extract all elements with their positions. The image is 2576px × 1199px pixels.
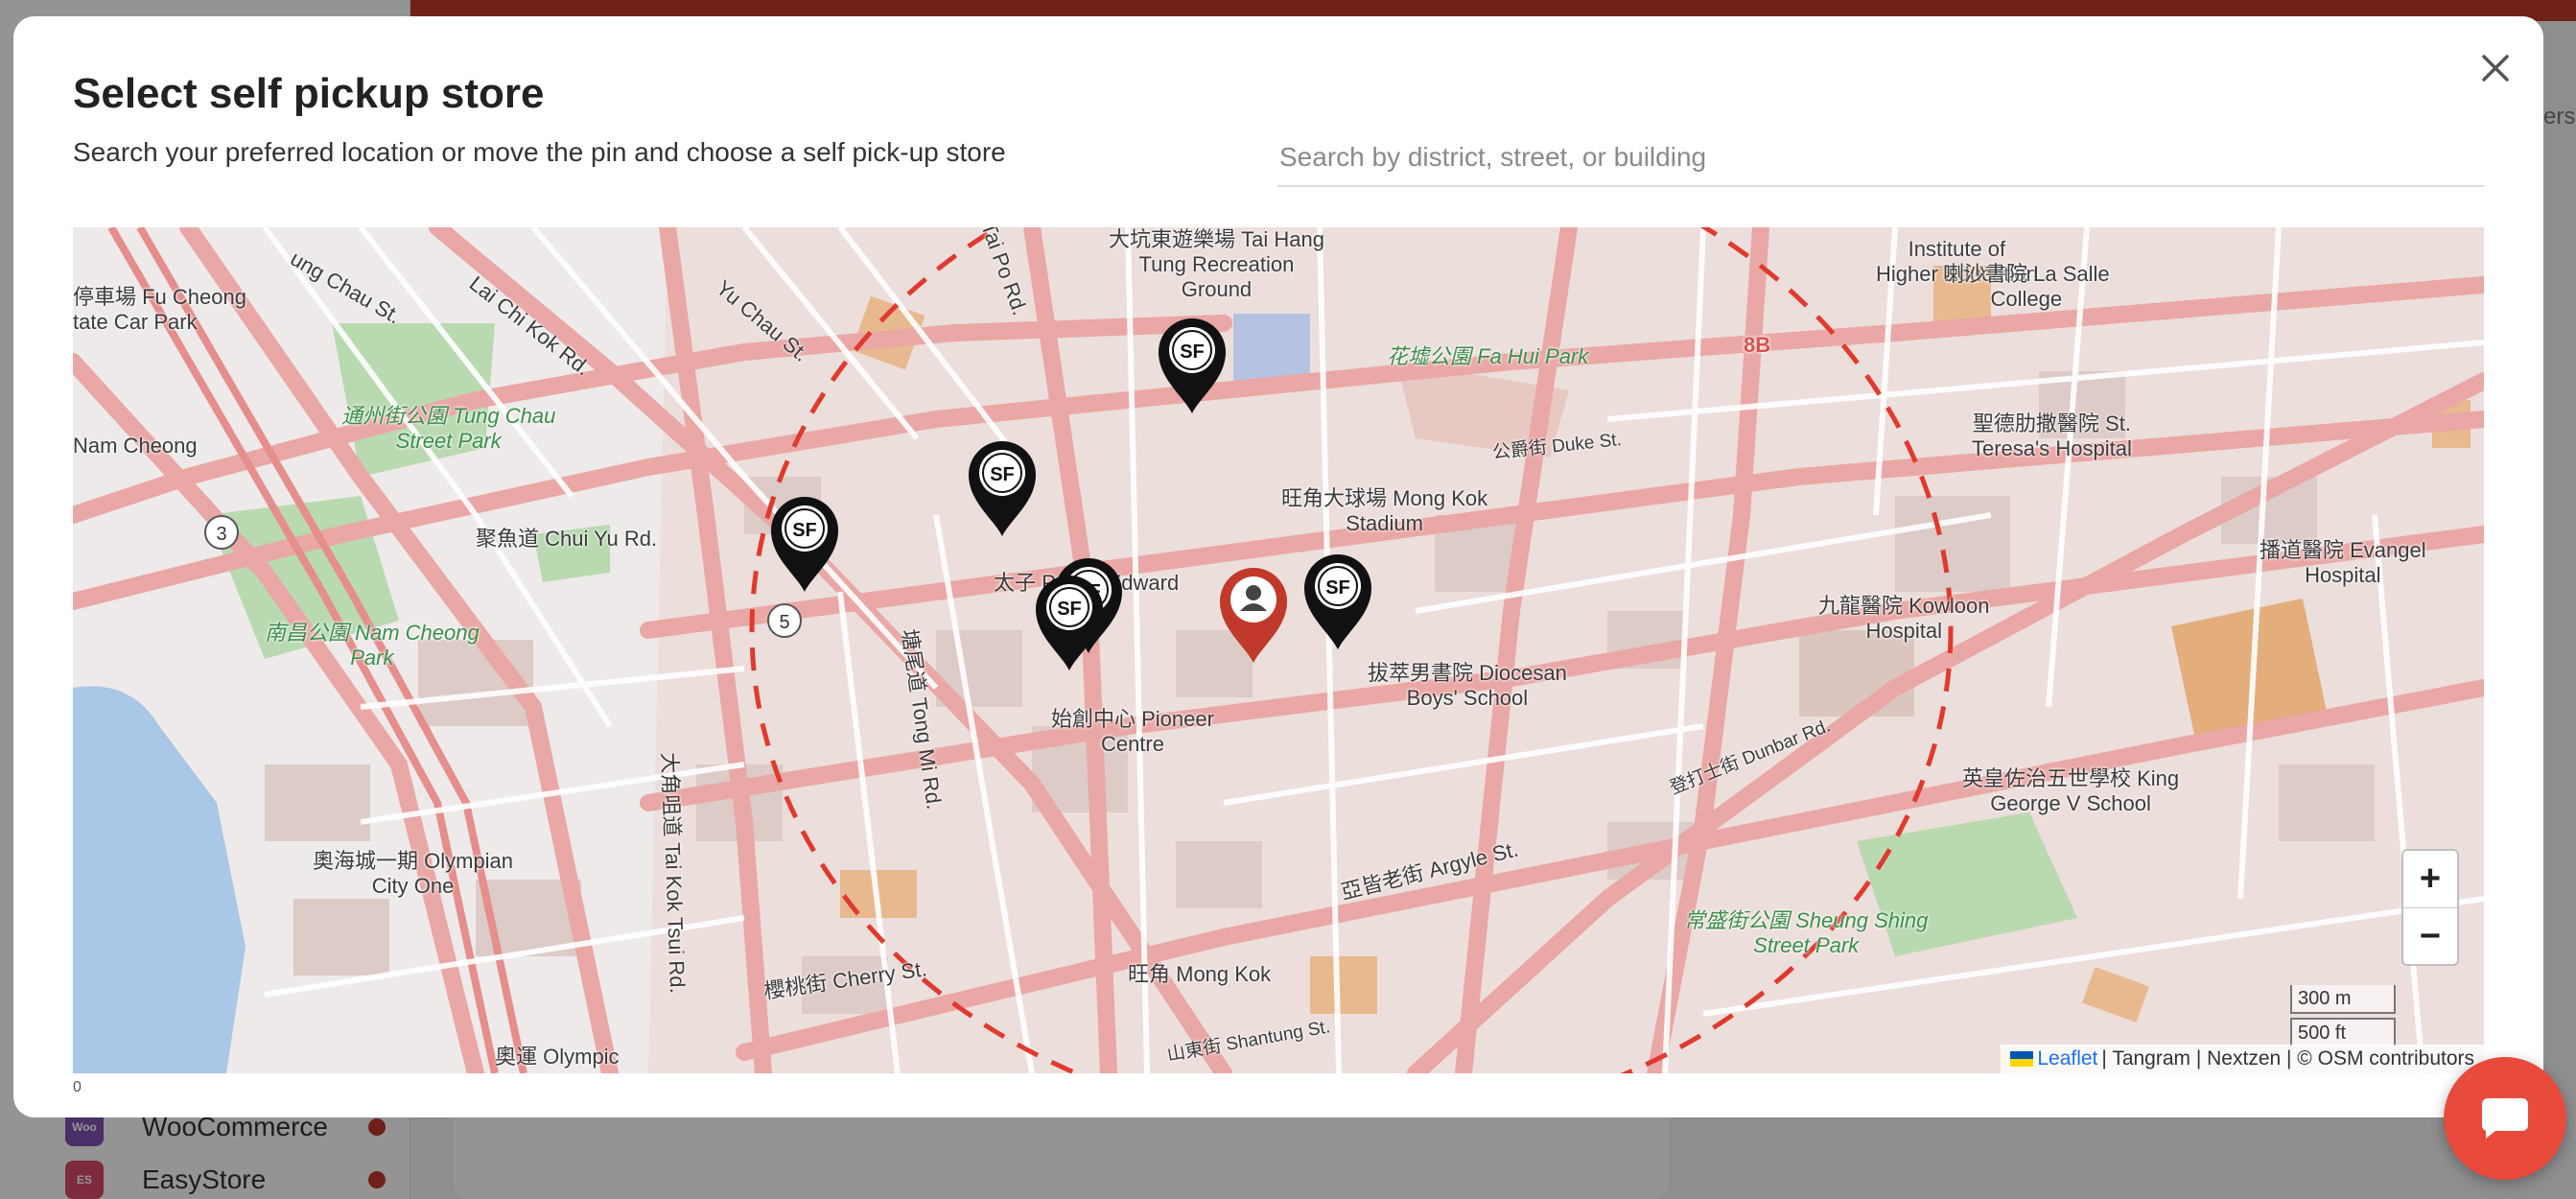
zoom-out-button[interactable]: − bbox=[2403, 907, 2457, 964]
ukraine-flag-icon bbox=[2010, 1051, 2034, 1067]
map-label-st-teresa: 聖德肋撒醫院 St. Teresa's Hospital bbox=[1972, 411, 2132, 460]
sf-express-pin-icon: SF bbox=[771, 497, 838, 592]
scale-metric: 300 m bbox=[2290, 985, 2396, 1014]
sf-store-pin-6[interactable]: SF bbox=[1300, 550, 1375, 653]
map-label-la-salle: 喇沙書院 La Salle College bbox=[1943, 262, 2110, 311]
zoom-in-button[interactable]: + bbox=[2403, 851, 2457, 907]
sf-badge-text: SF bbox=[990, 464, 1015, 485]
sf-store-pin-2[interactable]: SF bbox=[965, 436, 1040, 540]
map-attribution: Leaflet | Tangram | Nextzen | © OSM cont… bbox=[2001, 1045, 2484, 1073]
map-label-nam-cheong: Nam Cheong bbox=[73, 434, 198, 458]
search-input[interactable] bbox=[1277, 129, 2484, 185]
route-badge-3: 3 bbox=[204, 515, 239, 550]
sf-store-pin-1[interactable]: SF bbox=[1155, 314, 1229, 417]
close-icon bbox=[2482, 55, 2509, 82]
map-label-pioneer-centre: 始創中心 Pioneer Centre bbox=[1051, 707, 1214, 756]
sf-badge-text: SF bbox=[1057, 599, 1082, 620]
pickup-store-modal: Select self pickup store Search your pre… bbox=[13, 16, 2543, 1117]
sf-express-pin-icon: SF bbox=[1304, 554, 1371, 649]
map-footnote: 0 bbox=[73, 1079, 82, 1095]
attribution-text: | Tangram | Nextzen | © OSM contributors bbox=[2101, 1047, 2474, 1070]
map-label-olympian-city: 奧海城一期 Olympian City One bbox=[313, 849, 514, 898]
route-badge-5-text: 5 bbox=[779, 612, 789, 633]
chat-button[interactable] bbox=[2444, 1057, 2566, 1180]
search-field bbox=[1277, 129, 2484, 187]
modal-title: Select self pickup store bbox=[73, 70, 545, 117]
map-label-evangel: 播道醫院 Evangel Hospital bbox=[2260, 538, 2426, 587]
map-label-fa-hui-park: 花墟公園 Fa Hui Park bbox=[1387, 344, 1589, 368]
sf-store-pin-5[interactable]: SF bbox=[1032, 571, 1107, 674]
map-label-king-george: 英皇佐治五世學校 King George V School bbox=[1962, 766, 2180, 815]
map-label-chui-yu-rd: 聚魚道 Chui Yu Rd. bbox=[476, 527, 658, 551]
sf-badge-text: SF bbox=[1180, 341, 1205, 363]
map-label-mong-kok: 旺角 Mong Kok bbox=[1128, 962, 1272, 986]
close-button[interactable] bbox=[2467, 39, 2524, 97]
user-location-icon bbox=[1220, 568, 1287, 663]
sf-express-pin-icon: SF bbox=[1036, 576, 1103, 670]
map-label-olympic: 奧運 Olympic bbox=[495, 1045, 620, 1069]
map-label-sheung-shing-park: 常盛街公園 Sheung Shing Street Park bbox=[1684, 908, 1929, 957]
map-label-route-8b: 8B bbox=[1744, 333, 1771, 357]
map-scale: 300 m 500 ft bbox=[2290, 985, 2396, 1046]
scale-imperial: 500 ft bbox=[2290, 1018, 2396, 1046]
map-label-diocesan: 拔萃男書院 Diocesan Boys' School bbox=[1368, 661, 1567, 710]
store-map[interactable]: 3 5 停車場 Fu Cheong tate Car Park Nam Cheon… bbox=[73, 227, 2484, 1073]
route-badge-5: 5 bbox=[767, 603, 802, 638]
sf-store-pin-3[interactable]: SF bbox=[767, 492, 842, 596]
map-label-nam-cheong-park: 南昌公園 Nam Cheong Park bbox=[265, 621, 480, 670]
map-label-mong-kok-stadium: 旺角大球場 Mong Kok Stadium bbox=[1281, 486, 1488, 535]
map-label-kowloon-hospital: 九龍醫院 Kowloon Hospital bbox=[1818, 594, 1990, 643]
leaflet-link[interactable]: Leaflet bbox=[2037, 1047, 2097, 1070]
map-label-tung-chau-park: 通州街公園 Tung Chau Street Park bbox=[341, 404, 556, 453]
chat-bubble-icon bbox=[2481, 1098, 2528, 1139]
map-label-fu-cheong: 停車場 Fu Cheong tate Car Park bbox=[73, 285, 246, 334]
sf-express-pin-icon: SF bbox=[1159, 318, 1226, 413]
user-location-pin[interactable] bbox=[1216, 563, 1291, 667]
modal-subtitle: Search your preferred location or move t… bbox=[73, 137, 1006, 167]
zoom-control: + − bbox=[2401, 849, 2459, 966]
sf-badge-text: SF bbox=[792, 520, 817, 541]
sf-express-pin-icon: SF bbox=[969, 441, 1036, 536]
map-label-tai-hang-tung: 大坑東遊樂場 Tai Hang Tung Recreation Ground bbox=[1109, 227, 1324, 301]
sf-badge-text: SF bbox=[1325, 577, 1350, 599]
route-badge-3-text: 3 bbox=[216, 524, 226, 545]
